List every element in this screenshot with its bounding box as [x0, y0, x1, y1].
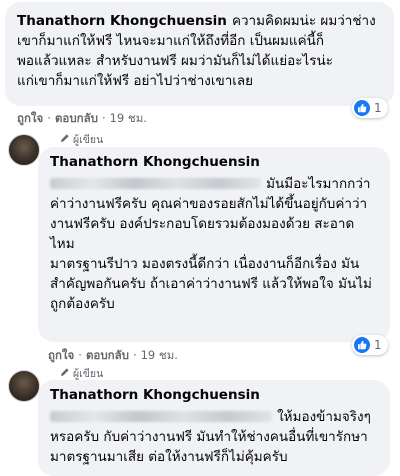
reply-button[interactable]: ตอบกลับ — [55, 111, 98, 125]
redacted-text — [50, 411, 272, 422]
comment-bubble: Thanathorn Khongchuensin ความคิดผมน่ะ ผม… — [5, 2, 394, 106]
comment-author[interactable]: Thanathorn Khongchuensin — [50, 154, 378, 171]
pen-icon — [60, 367, 70, 380]
reaction-count-badge[interactable]: 1 — [352, 335, 388, 355]
comment-text: เขาก็มาแก่ให้ฟรี ไหนจะมาแก่ให้ถึงที่อีก … — [17, 33, 334, 89]
reply-button[interactable]: ตอบกลับ — [86, 348, 129, 362]
reaction-count: 1 — [374, 101, 382, 115]
comment-text-first-line: ให้มองข้ามจริงๆ — [277, 409, 371, 425]
like-button[interactable]: ถูกใจ — [48, 348, 74, 362]
comment-author[interactable]: Thanathorn Khongchuensin — [17, 13, 227, 29]
comment-timestamp[interactable]: 19 ชม. — [141, 348, 178, 362]
author-badge: ผู้เขียน — [60, 131, 103, 148]
comment-actions: ถูกใจ · ตอบกลับ · 19 ชม. — [17, 111, 147, 125]
comment-author[interactable]: Thanathorn Khongchuensin — [50, 387, 378, 404]
comment-bubble: Thanathorn Khongchuensin ให้มองข้ามจริงๆ… — [38, 380, 390, 476]
reaction-count-badge[interactable]: 1 — [352, 98, 388, 118]
comment-text: หรอครับ กับค่าว่างานฟรี มันทำให้ช่างคนอื… — [50, 429, 368, 465]
avatar[interactable] — [8, 134, 40, 166]
comment-text-first-line: ความคิดผมน่ะ ผมว่าช่าง — [231, 13, 376, 29]
thumbs-up-icon — [354, 337, 370, 353]
comment-actions: ถูกใจ · ตอบกลับ · 19 ชม. — [48, 348, 178, 362]
comment-text: ค่าว่างานฟรีครับ คุณค่าของรอยสักไม่ได้ขึ… — [50, 196, 372, 312]
comment-timestamp[interactable]: 19 ชม. — [110, 111, 147, 125]
reaction-count: 1 — [374, 338, 382, 352]
comment-text-first-line: มันมีอะไรมากกว่า — [266, 176, 371, 192]
thumbs-up-icon — [354, 100, 370, 116]
comment-bubble: Thanathorn Khongchuensin มันมีอะไรมากกว่… — [38, 147, 390, 342]
like-button[interactable]: ถูกใจ — [17, 111, 43, 125]
pen-icon — [60, 133, 70, 146]
avatar[interactable] — [8, 370, 40, 402]
redacted-text — [50, 178, 261, 189]
